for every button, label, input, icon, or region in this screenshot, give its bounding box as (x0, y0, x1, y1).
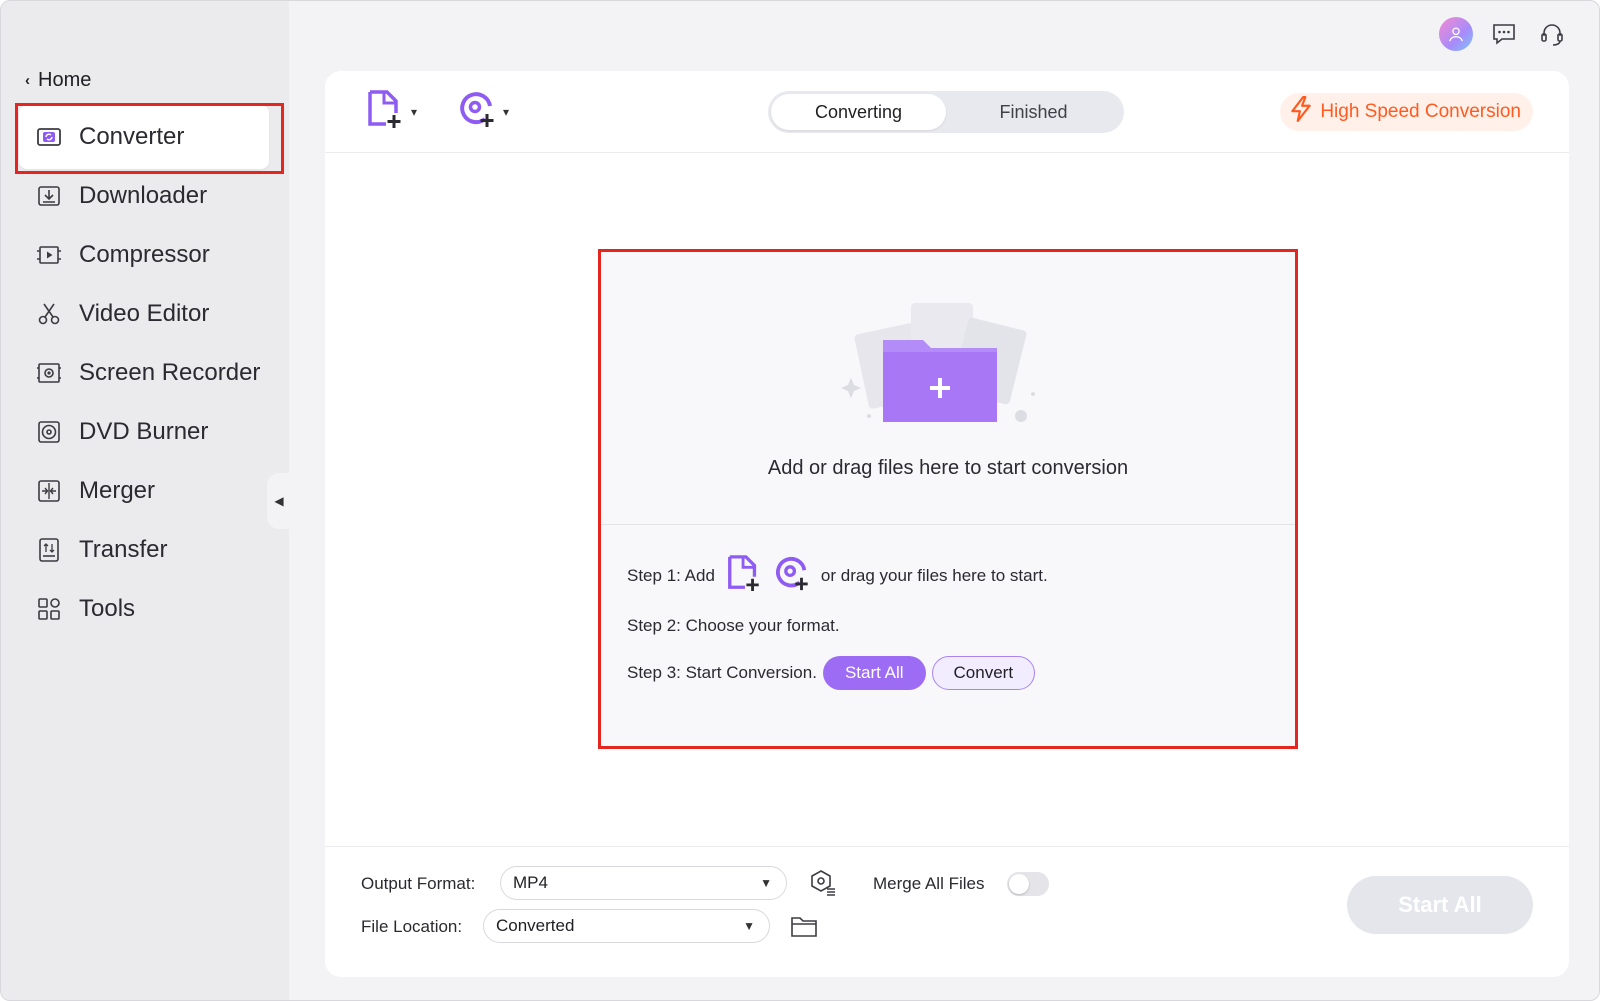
folder-illustration-icon (841, 298, 1041, 428)
file-location-label: File Location: (361, 917, 463, 936)
add-disc-icon (457, 89, 497, 134)
chevron-down-icon: ▼ (760, 876, 772, 890)
merger-icon (35, 477, 63, 505)
avatar[interactable] (1439, 17, 1473, 51)
dropzone-headline: Add or drag files here to start conversi… (767, 457, 1129, 479)
compressor-icon (35, 241, 63, 269)
chevron-left-icon: ‹ (25, 72, 30, 89)
tab-finished[interactable]: Finished (946, 94, 1121, 130)
sidebar-item-tools[interactable]: Tools (15, 577, 283, 641)
scissors-icon (35, 300, 63, 328)
chevron-left-icon: ◀ (274, 494, 284, 508)
footer-bar: Output Format: MP4 ▼ Merge All Files Fil… (325, 846, 1569, 977)
start-all-pill: Start All (822, 656, 926, 690)
toggle-knob (1009, 874, 1029, 894)
screen-recorder-icon (35, 359, 63, 387)
main-panel: ▾ ▾ Converting Finished High Speed Conve… (325, 71, 1569, 977)
add-file-icon (365, 89, 405, 134)
support-headset-icon[interactable] (1535, 17, 1569, 51)
sidebar-item-label: Video Editor (79, 300, 210, 327)
sidebar-item-transfer[interactable]: Transfer (15, 518, 283, 582)
step-1: Step 1: Add or drag your files here to s… (627, 554, 1048, 597)
sidebar-item-converter[interactable]: Converter (19, 105, 269, 169)
status-tabs: Converting Finished (768, 91, 1124, 133)
sidebar-item-video-editor[interactable]: Video Editor (15, 282, 283, 346)
collapse-sidebar-button[interactable]: ◀ (267, 473, 291, 529)
step-1-prefix: Step 1: Add (627, 565, 715, 585)
sidebar-item-dvd-burner[interactable]: DVD Burner (15, 400, 283, 464)
sidebar-item-label: Converter (79, 123, 185, 150)
sidebar-item-label: DVD Burner (79, 418, 209, 445)
file-drop-zone[interactable]: Add or drag files here to start conversi… (598, 249, 1298, 749)
high-speed-conversion-button[interactable]: High Speed Conversion (1280, 93, 1533, 131)
step-3-label: Step 3: Start Conversion. (627, 663, 817, 682)
sidebar-item-screen-recorder[interactable]: Screen Recorder (15, 341, 283, 405)
home-label: Home (38, 69, 92, 91)
tab-converting[interactable]: Converting (771, 94, 946, 130)
sidebar-item-label: Tools (79, 595, 136, 622)
sidebar-item-downloader[interactable]: Downloader (15, 164, 283, 228)
lightning-icon (1288, 96, 1314, 128)
tools-grid-icon (35, 595, 63, 623)
sidebar-item-label: Merger (79, 477, 156, 504)
output-format-label: Output Format: (361, 874, 476, 893)
converter-icon (35, 123, 63, 151)
chevron-down-icon[interactable]: ▾ (411, 105, 417, 119)
sidebar: ‹ Home Converter Downloader Compressor V… (1, 1, 289, 1000)
sidebar-nav: Converter Downloader Compressor Video Ed… (15, 105, 283, 636)
disc-icon (35, 418, 63, 446)
merge-all-files-toggle[interactable] (1007, 872, 1049, 896)
step-2: Step 2: Choose your format. (627, 616, 840, 635)
format-settings-icon[interactable] (807, 868, 837, 903)
file-location-select[interactable]: Converted ▼ (483, 909, 770, 943)
step-3: Step 3: Start Conversion. Start All Conv… (627, 656, 1036, 690)
app-window: ‹ Home Converter Downloader Compressor V… (0, 0, 1600, 1001)
chevron-down-icon[interactable]: ▾ (503, 105, 509, 119)
sidebar-item-merger[interactable]: Merger (15, 459, 283, 523)
folder-icon[interactable] (790, 914, 818, 943)
message-icon[interactable] (1487, 17, 1521, 51)
divider (601, 524, 1295, 525)
downloader-icon (35, 182, 63, 210)
toolbar: ▾ ▾ Converting Finished High Speed Conve… (325, 71, 1569, 153)
convert-pill: Convert (931, 656, 1036, 690)
sidebar-item-label: Screen Recorder (79, 359, 261, 386)
high-speed-label: High Speed Conversion (1320, 101, 1521, 122)
step-1-suffix: or drag your files here to start. (820, 565, 1048, 585)
home-link[interactable]: ‹ Home (25, 69, 91, 92)
add-dvd-button[interactable]: ▾ (457, 89, 509, 134)
merge-all-files-label: Merge All Files (873, 874, 985, 893)
add-disc-icon[interactable] (773, 554, 811, 597)
output-format-value: MP4 (513, 873, 548, 892)
add-files-button[interactable]: ▾ (365, 89, 417, 134)
add-file-icon[interactable] (725, 554, 763, 597)
sidebar-item-label: Downloader (79, 182, 208, 209)
sidebar-item-compressor[interactable]: Compressor (15, 223, 283, 287)
file-location-value: Converted (496, 916, 575, 935)
transfer-icon (35, 536, 63, 564)
output-format-select[interactable]: MP4 ▼ (500, 866, 787, 900)
top-right-icons (1439, 17, 1569, 51)
chevron-down-icon: ▼ (743, 919, 755, 933)
start-all-button[interactable]: Start All (1347, 876, 1533, 934)
sidebar-item-label: Compressor (79, 241, 210, 268)
sidebar-item-label: Transfer (79, 536, 168, 563)
